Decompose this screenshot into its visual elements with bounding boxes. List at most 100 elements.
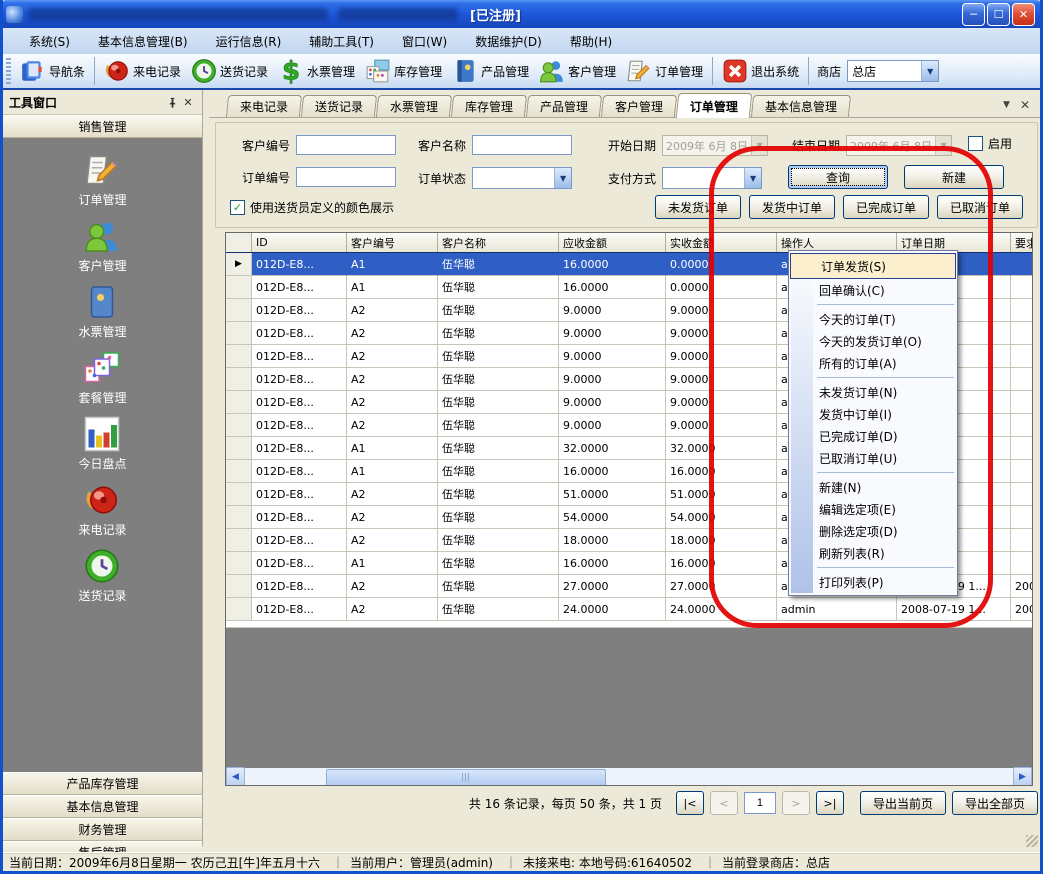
context-menu-item[interactable]: 打印列表(P) (789, 571, 957, 593)
horizontal-scrollbar[interactable]: ◀▶ (226, 768, 1032, 785)
maximize-button[interactable]: ☐ (987, 3, 1010, 26)
status-filter-button[interactable]: 未发货订单 (655, 195, 741, 219)
sidebar-item[interactable]: 水票管理 (78, 284, 126, 340)
menubar-item[interactable]: 运行信息(R) (202, 30, 296, 53)
table-cell: 0.0000 (666, 276, 777, 299)
menubar-item[interactable]: 辅助工具(T) (295, 30, 388, 53)
context-menu-item[interactable]: 新建(N) (789, 476, 957, 498)
end-date-picker[interactable]: 2009年 6月 8日 ▼ (846, 135, 952, 156)
context-menu-item[interactable]: 未发货订单(N) (789, 381, 957, 403)
sidebar-item[interactable]: 订单管理 (78, 152, 126, 208)
tab-订单管理[interactable]: 订单管理 (676, 93, 753, 118)
menubar-item[interactable]: 数据维护(D) (461, 30, 556, 53)
start-date-picker[interactable]: 2009年 6月 8日 ▼ (662, 135, 768, 156)
toolbar-button[interactable]: 退出系统 (717, 54, 804, 88)
table-row[interactable]: 012D-E8...A2伍华聪24.000024.0000admin2008-0… (226, 598, 1032, 621)
menubar-item[interactable]: 系统(S) (15, 30, 84, 53)
table-cell: 51.0000 (559, 483, 666, 506)
context-menu-item[interactable]: 编辑选定项(E) (789, 498, 957, 520)
context-menu-item[interactable]: 订单发货(S) (790, 253, 956, 279)
shop-select[interactable]: 总店 ▼ (847, 60, 939, 82)
scroll-left-icon[interactable]: ◀ (226, 767, 245, 786)
pay-method-select[interactable]: ▼ (662, 167, 762, 189)
scrollbar-thumb[interactable] (326, 769, 606, 786)
tab-库存管理[interactable]: 库存管理 (451, 95, 527, 117)
toolbar-button[interactable]: 送货记录 (186, 54, 273, 88)
minimize-button[interactable]: ─ (962, 3, 985, 26)
order-status-select[interactable]: ▼ (472, 167, 572, 189)
pin-icon[interactable] (164, 94, 180, 110)
customer-no-input[interactable] (296, 135, 396, 155)
sidebar-item[interactable]: 送货记录 (78, 548, 126, 604)
tab-客户管理[interactable]: 客户管理 (601, 95, 677, 117)
menubar-item[interactable]: 窗口(W) (388, 30, 461, 53)
status-filter-button[interactable]: 发货中订单 (749, 195, 835, 219)
tab-产品管理[interactable]: 产品管理 (526, 95, 602, 117)
close-icon[interactable]: ✕ (180, 94, 196, 110)
context-menu-item[interactable]: 回单确认(C) (789, 279, 957, 301)
order-no-input[interactable] (296, 167, 396, 187)
sidebar-item[interactable]: 套餐管理 (78, 350, 126, 406)
tab-基本信息管理[interactable]: 基本信息管理 (751, 95, 851, 117)
query-button[interactable]: 查询 (788, 165, 888, 189)
context-menu-item[interactable]: 已取消订单(U) (789, 447, 957, 469)
chevron-down-icon[interactable]: ▼ (921, 61, 938, 81)
customer-name-input[interactable] (472, 135, 572, 155)
last-page-button[interactable]: >| (816, 791, 844, 815)
column-header[interactable]: 客户编号 (347, 233, 438, 253)
toolbar-button[interactable]: 产品管理 (447, 54, 534, 88)
sidebar-item[interactable]: 客户管理 (78, 218, 126, 274)
status-filter-button[interactable]: 已取消订单 (937, 195, 1023, 219)
menubar-item[interactable]: 基本信息管理(B) (84, 30, 202, 53)
toolbar-button[interactable]: $水票管理 (273, 54, 360, 88)
tab-dropdown-icon[interactable]: ▼ (1003, 100, 1010, 110)
table-cell: 012D-E8... (252, 506, 347, 529)
column-header[interactable]: 实收金额 (666, 233, 777, 253)
sidebar-section-sales[interactable]: 销售管理 (3, 115, 202, 138)
column-header[interactable]: 客户名称 (438, 233, 559, 253)
context-menu-item[interactable]: 已完成订单(D) (789, 425, 957, 447)
toolbar-grip[interactable] (6, 58, 11, 84)
resize-grip[interactable] (1026, 835, 1038, 847)
menubar-item[interactable]: 帮助(H) (556, 30, 626, 53)
table-cell: 012D-E8... (252, 483, 347, 506)
tab-送货记录[interactable]: 送货记录 (301, 95, 377, 117)
column-header[interactable]: 要求到货日期 (1011, 233, 1033, 253)
row-selector-cell (226, 575, 252, 598)
new-button[interactable]: 新建 (904, 165, 1004, 189)
sidebar-item[interactable]: 来电记录 (78, 482, 126, 538)
toolbar-button[interactable]: 库存管理 (360, 54, 447, 88)
export-current-page-button[interactable]: 导出当前页 (860, 791, 946, 815)
close-button[interactable]: ✕ (1012, 3, 1035, 26)
row-selector-cell (226, 391, 252, 414)
context-menu-item[interactable]: 今天的订单(T) (789, 308, 957, 330)
sidebar-section-产品库存管理[interactable]: 产品库存管理 (3, 772, 202, 795)
context-menu-item[interactable]: 刷新列表(R) (789, 542, 957, 564)
toolbar-button[interactable]: 客户管理 (534, 54, 621, 88)
tab-水票管理[interactable]: 水票管理 (376, 95, 452, 117)
context-menu-item[interactable]: 删除选定项(D) (789, 520, 957, 542)
toolbar-button[interactable]: 来电记录 (99, 54, 186, 88)
export-all-pages-button[interactable]: 导出全部页 (952, 791, 1038, 815)
scroll-right-icon[interactable]: ▶ (1013, 767, 1032, 786)
tab-close-icon[interactable]: ✕ (1020, 98, 1030, 112)
toolbar-button[interactable]: 导航条 (15, 54, 90, 88)
context-menu-item[interactable]: 今天的发货订单(O) (789, 330, 957, 352)
delivery-color-checkbox[interactable]: ✓ (230, 200, 245, 215)
page-number-input[interactable] (744, 792, 776, 814)
table-cell: 伍华聪 (438, 253, 559, 276)
context-menu-item[interactable]: 发货中订单(I) (789, 403, 957, 425)
enable-checkbox[interactable] (968, 136, 983, 151)
sidebar-section-财务管理[interactable]: 财务管理 (3, 818, 202, 841)
sidebar-item[interactable]: 今日盘点 (78, 416, 126, 472)
column-header[interactable]: ID (252, 233, 347, 253)
sidebar-section-基本信息管理[interactable]: 基本信息管理 (3, 795, 202, 818)
context-menu-item[interactable]: 所有的订单(A) (789, 352, 957, 374)
first-page-button[interactable]: |< (676, 791, 704, 815)
toolbar-button[interactable]: 订单管理 (621, 54, 708, 88)
column-header[interactable]: 应收金额 (559, 233, 666, 253)
tab-来电记录[interactable]: 来电记录 (226, 95, 302, 117)
next-page-button[interactable]: > (782, 791, 810, 815)
prev-page-button[interactable]: < (710, 791, 738, 815)
status-filter-button[interactable]: 已完成订单 (843, 195, 929, 219)
